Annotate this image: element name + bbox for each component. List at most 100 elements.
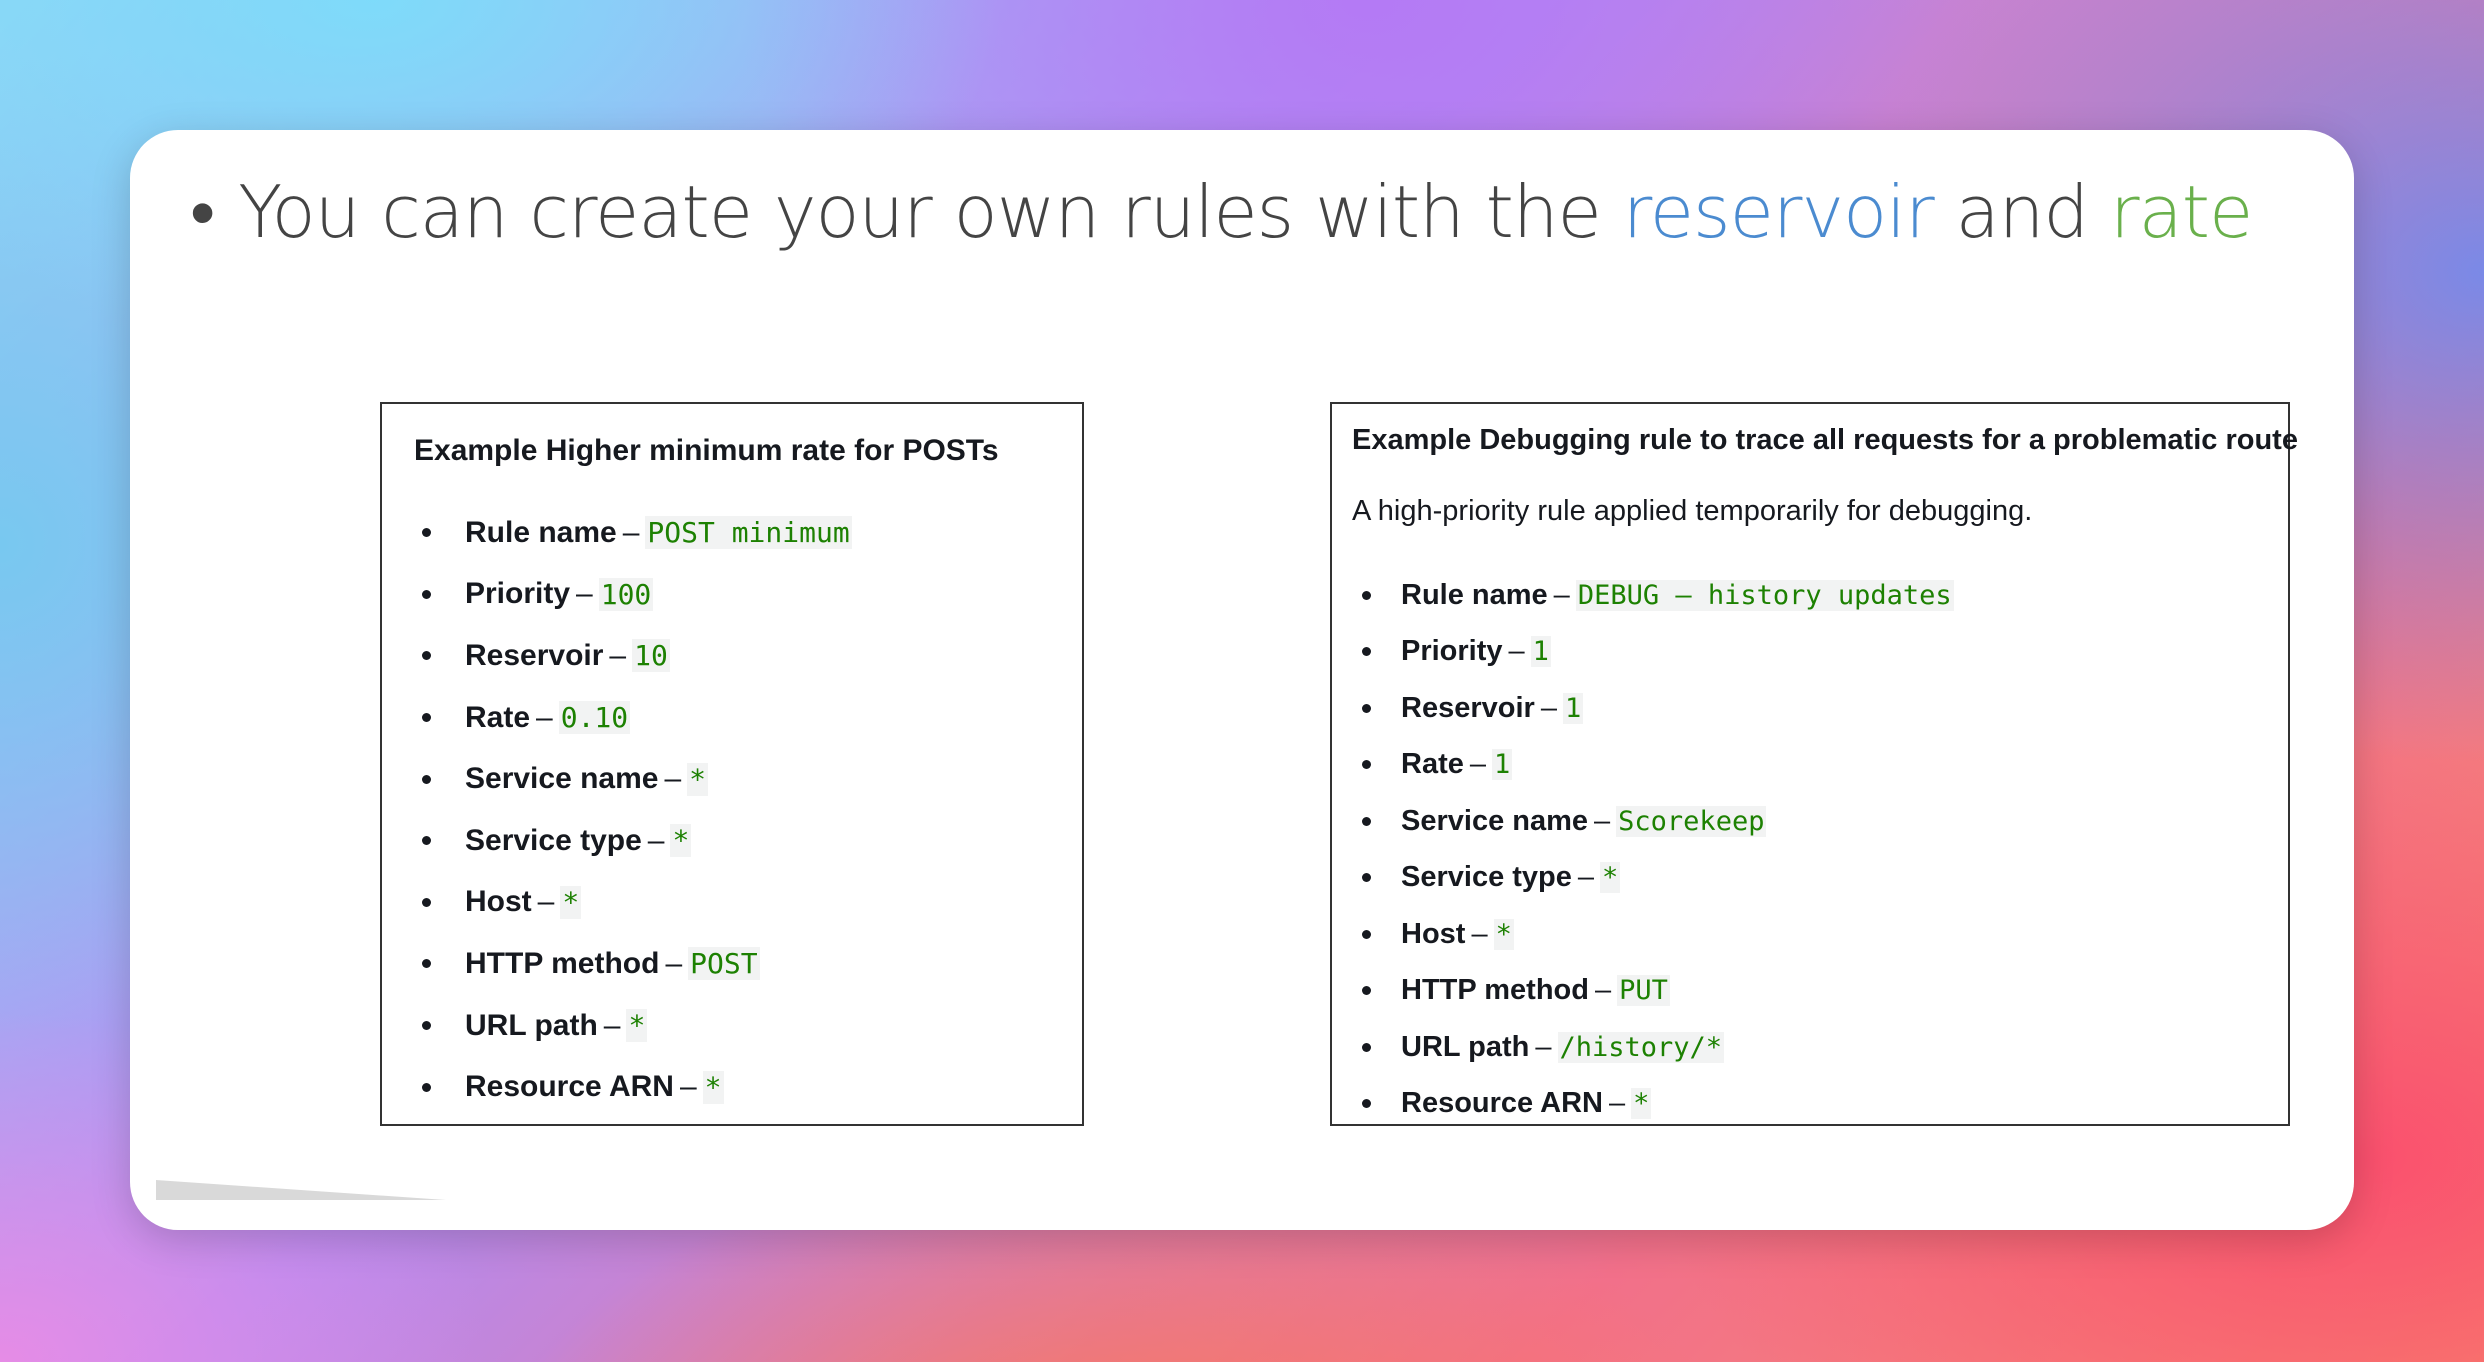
rule-item: Rule name – POST minimum	[422, 502, 852, 564]
rule-label: Service name	[1401, 804, 1589, 837]
bullet-icon	[1362, 929, 1371, 939]
rule-separator: –	[1469, 748, 1486, 781]
rule-item: Host – *	[422, 872, 852, 934]
bullet-icon	[422, 1082, 431, 1092]
bullet-icon	[1362, 590, 1371, 600]
headline-text-and: and	[1955, 170, 2089, 254]
bullet-icon	[422, 713, 431, 723]
example-description: A high-priority rule applied temporarily…	[1352, 495, 2033, 527]
rule-item: Rate –1	[1362, 737, 1954, 794]
rule-item: Service name – *	[422, 748, 852, 810]
rule-item: URL path – *	[422, 995, 852, 1057]
bullet-icon	[422, 897, 431, 907]
rule-label: Host	[1401, 917, 1466, 950]
rule-item: Rule name – DEBUG – history updates	[1362, 567, 1954, 624]
rule-label: Reservoir	[465, 638, 604, 672]
example-box-post-minimum: Example Higher minimum rate for POSTs Ru…	[380, 402, 1084, 1126]
rule-separator: –	[1577, 861, 1595, 894]
rule-separator: –	[1471, 917, 1488, 950]
rule-item: Reservoir –10	[422, 625, 852, 687]
bullet-icon	[1362, 816, 1371, 826]
headline-keyword-reservoir: reservoir	[1622, 170, 1935, 254]
rule-value: POST	[688, 947, 760, 981]
bullet-icon	[422, 836, 431, 846]
rule-item: Service type – *	[1362, 850, 1954, 907]
rule-label: URL path	[1401, 1030, 1530, 1063]
rule-label: Rate	[465, 700, 531, 734]
rule-value: *	[560, 885, 582, 919]
rule-value: *	[1631, 1088, 1652, 1120]
rule-label: HTTP method	[465, 946, 660, 980]
example-box-debug-rule: Example Debugging rule to trace all requ…	[1330, 402, 2298, 1126]
rule-item: Resource ARN – *	[422, 1056, 852, 1118]
rule-label: HTTP method	[1401, 974, 1589, 1007]
rule-label: Rule name	[1401, 578, 1548, 611]
rule-label: Resource ARN	[465, 1070, 674, 1104]
headline-text: You can create your own rules with the	[238, 170, 1602, 254]
rule-item: URL path –/history/*	[1362, 1019, 1954, 1076]
bullet-icon	[422, 774, 431, 784]
rule-separator: –	[576, 577, 593, 611]
bullet-icon	[1362, 647, 1371, 657]
rule-item: Host – *	[1362, 906, 1954, 963]
bullet-icon	[1362, 873, 1371, 883]
slide-card: • You can create your own rules with the …	[130, 130, 2354, 1230]
bullet-icon	[1362, 760, 1371, 770]
rule-value: DEBUG – history updates	[1575, 579, 1954, 611]
rule-value: 1	[1492, 749, 1513, 781]
bullet-icon	[422, 651, 431, 661]
rule-separator: –	[1540, 691, 1557, 724]
rule-separator: –	[1594, 974, 1612, 1007]
rule-item: Rate –0.10	[422, 687, 852, 749]
example-title: Example Debugging rule to trace all requ…	[1352, 424, 2298, 456]
rule-label: Service name	[465, 762, 659, 796]
rule-value: *	[1600, 862, 1621, 894]
rule-separator: –	[536, 700, 553, 734]
bullet-icon	[1362, 1099, 1371, 1109]
bullet-icon	[422, 528, 431, 538]
rule-item: Service name – Scorekeep	[1362, 793, 1954, 850]
rule-value: PUT	[1617, 975, 1670, 1007]
rule-item: Priority –1	[1362, 624, 1954, 681]
rule-value: *	[687, 762, 709, 796]
rule-label: Priority	[1401, 635, 1503, 668]
rule-label: Service type	[1401, 861, 1572, 894]
rule-value: *	[670, 824, 692, 858]
rule-list: Rule name – POST minimum Priority –100 Rese…	[422, 502, 852, 1118]
rule-separator: –	[603, 1008, 621, 1042]
rule-value: /history/*	[1557, 1031, 1725, 1063]
rule-value: POST minimum	[645, 516, 852, 550]
rule-item: HTTP method – PUT	[1362, 963, 1954, 1020]
bullet-icon	[1362, 986, 1371, 996]
rule-separator: –	[622, 515, 640, 549]
rule-separator: –	[609, 638, 627, 672]
rule-label: Rule name	[465, 515, 617, 549]
slide-decoration-wedge	[156, 1180, 446, 1200]
rule-separator: –	[1553, 578, 1570, 611]
rule-item: Reservoir –1	[1362, 680, 1954, 737]
bullet-icon	[1362, 703, 1371, 713]
rule-value: *	[702, 1070, 724, 1104]
slide-headline: • You can create your own rules with the …	[190, 170, 2253, 254]
rule-separator: –	[679, 1070, 697, 1104]
rule-value: *	[1493, 918, 1514, 950]
bullet-icon	[422, 959, 431, 969]
rule-label: Service type	[465, 823, 642, 857]
rule-separator: –	[664, 762, 682, 796]
rule-separator: –	[1594, 804, 1611, 837]
rule-label: Host	[465, 885, 532, 919]
rule-separator: –	[1535, 1030, 1552, 1063]
rule-value: 100	[598, 577, 654, 611]
rule-value: 1	[1562, 692, 1584, 724]
rule-label: Rate	[1401, 748, 1464, 781]
rule-value: 10	[632, 639, 670, 673]
rule-label: URL path	[465, 1008, 598, 1042]
bullet-icon	[422, 589, 431, 599]
bullet-icon	[1362, 1042, 1371, 1052]
rule-separator: –	[1608, 1087, 1626, 1120]
example-title: Example Higher minimum rate for POSTs	[414, 434, 999, 467]
bullet-icon	[422, 1021, 431, 1031]
rule-separator: –	[665, 946, 683, 980]
rule-item: Service type – *	[422, 810, 852, 872]
rule-label: Resource ARN	[1401, 1087, 1603, 1120]
